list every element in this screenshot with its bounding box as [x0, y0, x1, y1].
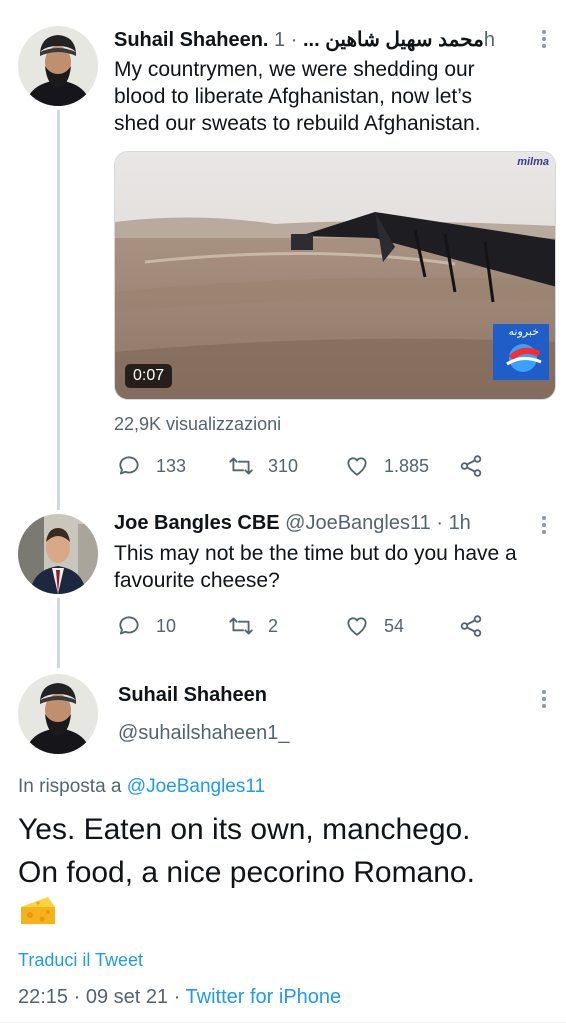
- video-player[interactable]: milma خبرونه 0:07: [114, 151, 556, 400]
- reply-button[interactable]: 10: [116, 613, 176, 639]
- heart-icon: [347, 457, 367, 476]
- retweet-icon: [229, 457, 253, 475]
- retweet-count: 2: [268, 615, 279, 636]
- retweet-button[interactable]: 310: [228, 453, 298, 479]
- share-button[interactable]: [458, 613, 484, 639]
- share-icon: [460, 615, 482, 637]
- retweet-button[interactable]: 2: [228, 613, 278, 639]
- heart-icon: [347, 617, 367, 636]
- tweet-header: Joe Bangles CBE @JoeBangles11 · 1h: [114, 512, 471, 535]
- user-handle[interactable]: @suhailshaheen1_: [118, 722, 290, 745]
- reply-count: 10: [156, 615, 177, 636]
- like-count: 54: [384, 615, 405, 636]
- reply-count: 133: [156, 455, 187, 476]
- more-options-icon[interactable]: [537, 688, 551, 710]
- video-duration: 0:07: [125, 364, 173, 388]
- reply-icon: [119, 616, 139, 635]
- action-bar: 133 310 1.885: [114, 453, 554, 479]
- separator-dot: ·: [290, 29, 298, 51]
- more-options-icon[interactable]: [537, 514, 551, 536]
- reply-prefix: In risposta a: [18, 776, 122, 797]
- avatar[interactable]: [18, 26, 98, 106]
- divider: [0, 1022, 566, 1023]
- avatar[interactable]: [18, 514, 98, 594]
- tweet-text: This may not be the time but do you have…: [114, 540, 517, 594]
- like-count: 1.885: [384, 455, 430, 476]
- like-button[interactable]: 1.885: [344, 453, 429, 479]
- view-count[interactable]: 22,9K visualizzazioni: [114, 414, 281, 435]
- reply-to-link[interactable]: @JoeBangles11: [127, 776, 265, 797]
- tweet-text-line: Yes. Eaten on its own, manchego.: [18, 813, 471, 846]
- tweet-text-line: blood to liberate Afghanistan, now let’s: [114, 85, 473, 108]
- timestamp[interactable]: 22:15 · 09 set 21 ·: [18, 986, 180, 1008]
- timestamp[interactable]: 1h: [449, 512, 471, 534]
- video-watermark: milma: [517, 156, 549, 168]
- share-button[interactable]: [458, 453, 484, 479]
- tweet-header: Suhail Shaheen. محمد سهيل شاهين ... · 1h: [114, 27, 495, 52]
- display-name[interactable]: Joe Bangles CBE: [114, 512, 280, 534]
- retweet-count: 310: [268, 455, 299, 476]
- channel-logo-text: خبرونه: [508, 326, 539, 338]
- reply-icon: [119, 456, 139, 475]
- tweet-text-line: shed our sweats to rebuild Afghanistan.: [114, 112, 481, 135]
- source-link[interactable]: Twitter for iPhone: [186, 986, 342, 1008]
- tweet-text-line: On food, a nice pecorino Romano.: [18, 856, 475, 889]
- reply-button[interactable]: 133: [116, 453, 186, 479]
- translate-link[interactable]: Traduci il Tweet: [18, 950, 143, 971]
- cheese-wedge-icon: [21, 897, 55, 924]
- tweet-text: My countrymen, we were shedding our bloo…: [114, 56, 481, 137]
- display-name[interactable]: Suhail Shaheen: [118, 684, 267, 707]
- like-button[interactable]: 54: [344, 613, 404, 639]
- tweet-text-line: My countrymen, we were shedding our: [114, 58, 475, 81]
- action-bar: 10 2 54: [114, 613, 554, 639]
- tweet-text: Yes. Eaten on its own, manchego. On food…: [18, 808, 475, 894]
- tweet-meta: 22:15 · 09 set 21 · Twitter for iPhone: [18, 986, 341, 1009]
- video-thumbnail: [115, 152, 555, 399]
- tweet-text-line: This may not be the time but do you have…: [114, 542, 517, 565]
- reply-context: In risposta a @JoeBangles11: [18, 776, 265, 798]
- tweet-text-line: favourite cheese?: [114, 569, 280, 592]
- separator-dot: ·: [436, 512, 443, 534]
- thread-line: [57, 598, 60, 668]
- thread-line: [57, 110, 60, 510]
- avatar[interactable]: [18, 674, 98, 754]
- user-handle[interactable]: @JoeBangles11: [285, 512, 431, 534]
- retweet-icon: [229, 617, 253, 635]
- more-options-icon[interactable]: [537, 28, 551, 50]
- display-name[interactable]: Suhail Shaheen. محمد سهيل شاهين ...: [114, 29, 484, 51]
- share-icon: [460, 455, 482, 477]
